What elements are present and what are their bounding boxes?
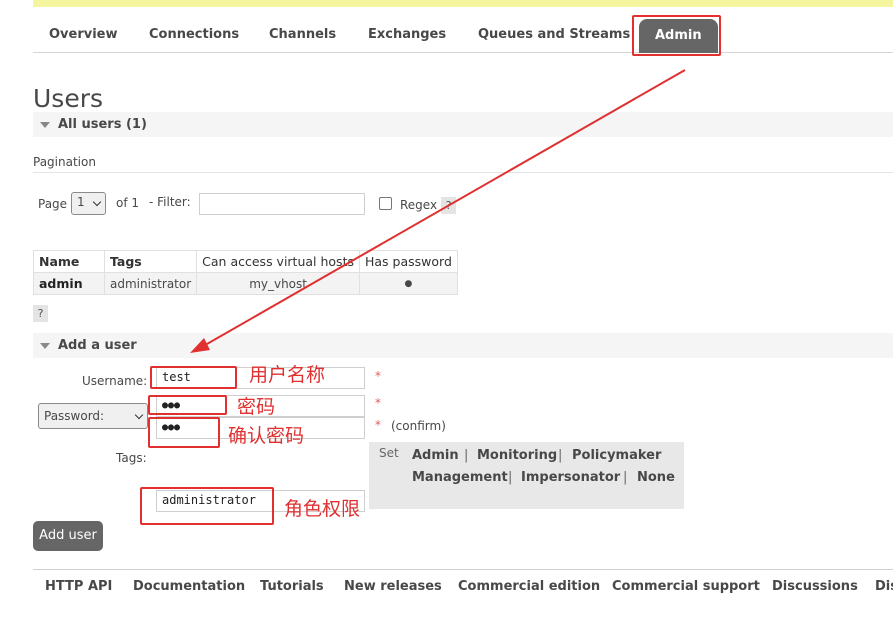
annotation-arrow [190,69,686,353]
arrow-line [199,69,686,349]
arrow-head-icon [190,338,210,353]
